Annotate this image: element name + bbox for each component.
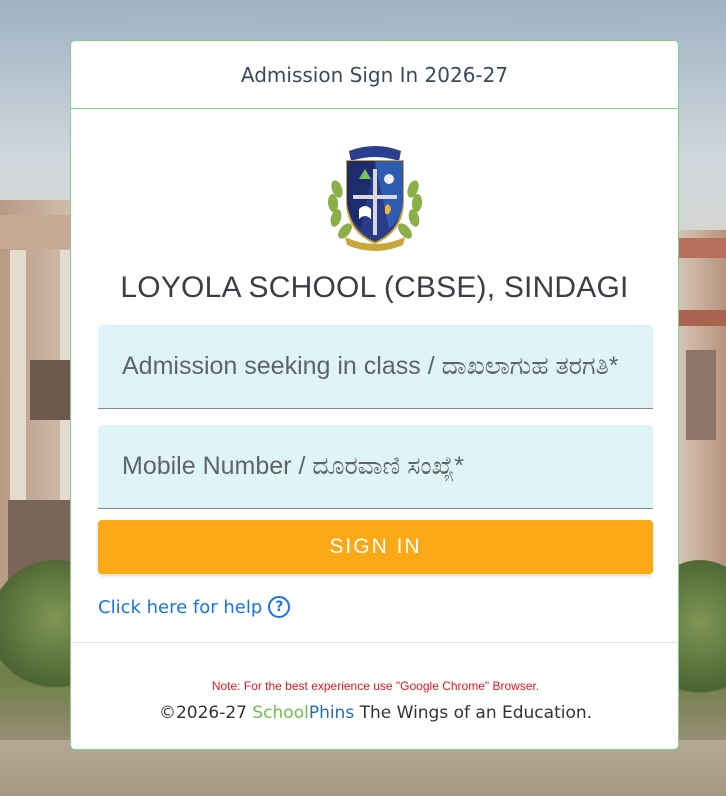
card-footer: Note: For the best experience use "Googl… — [71, 642, 678, 749]
question-circle-icon: ? — [268, 596, 291, 618]
class-input[interactable] — [98, 325, 653, 408]
browser-note: Note: For the best experience use "Googl… — [211, 679, 540, 693]
copyright-tagline: The Wings of an Education. — [354, 703, 593, 723]
copyright-prefix: ©2026-27 — [158, 703, 253, 723]
brand-phins: Phins — [308, 703, 355, 723]
mobile-field-wrapper — [98, 425, 653, 509]
copyright: ©2026-27 SchoolPhins The Wings of an Edu… — [71, 703, 678, 723]
class-field-wrapper — [98, 325, 653, 409]
help-link[interactable]: Click here for help ? — [98, 596, 291, 618]
school-logo — [98, 139, 651, 251]
school-name: LOYOLA SCHOOL (CBSE), SINDAGI — [120, 271, 629, 304]
mobile-number-input[interactable] — [98, 425, 653, 508]
signin-card: Admission Sign In 2026-27 LOYOLA SCHOOL … — [70, 40, 679, 750]
card-body: LOYOLA SCHOOL (CBSE), SINDAGI SIGN IN Cl… — [71, 139, 678, 618]
school-crest-logo — [327, 146, 422, 251]
sign-in-button[interactable]: SIGN IN — [98, 520, 653, 574]
brand-school: School — [252, 703, 309, 723]
card-header: Admission Sign In 2026-27 — [71, 41, 678, 109]
help-link-label: Click here for help — [98, 596, 263, 618]
page-title: Admission Sign In 2026-27 — [240, 62, 509, 87]
